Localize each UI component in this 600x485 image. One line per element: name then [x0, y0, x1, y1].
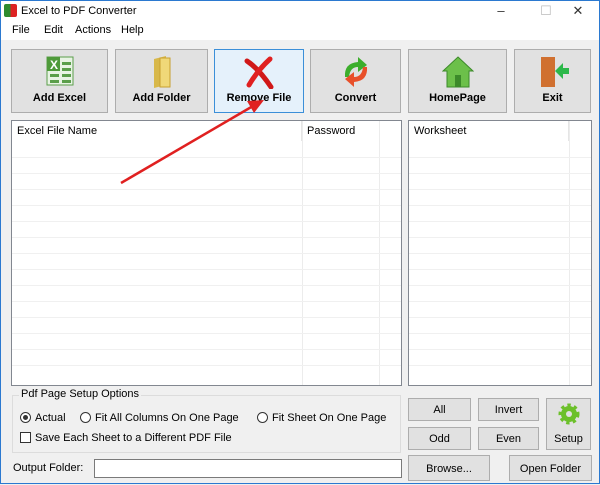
app-window: Excel to PDF Converter – ☐ ✕ File Edit A… [0, 0, 600, 484]
annotation-arrow [120, 100, 264, 185]
